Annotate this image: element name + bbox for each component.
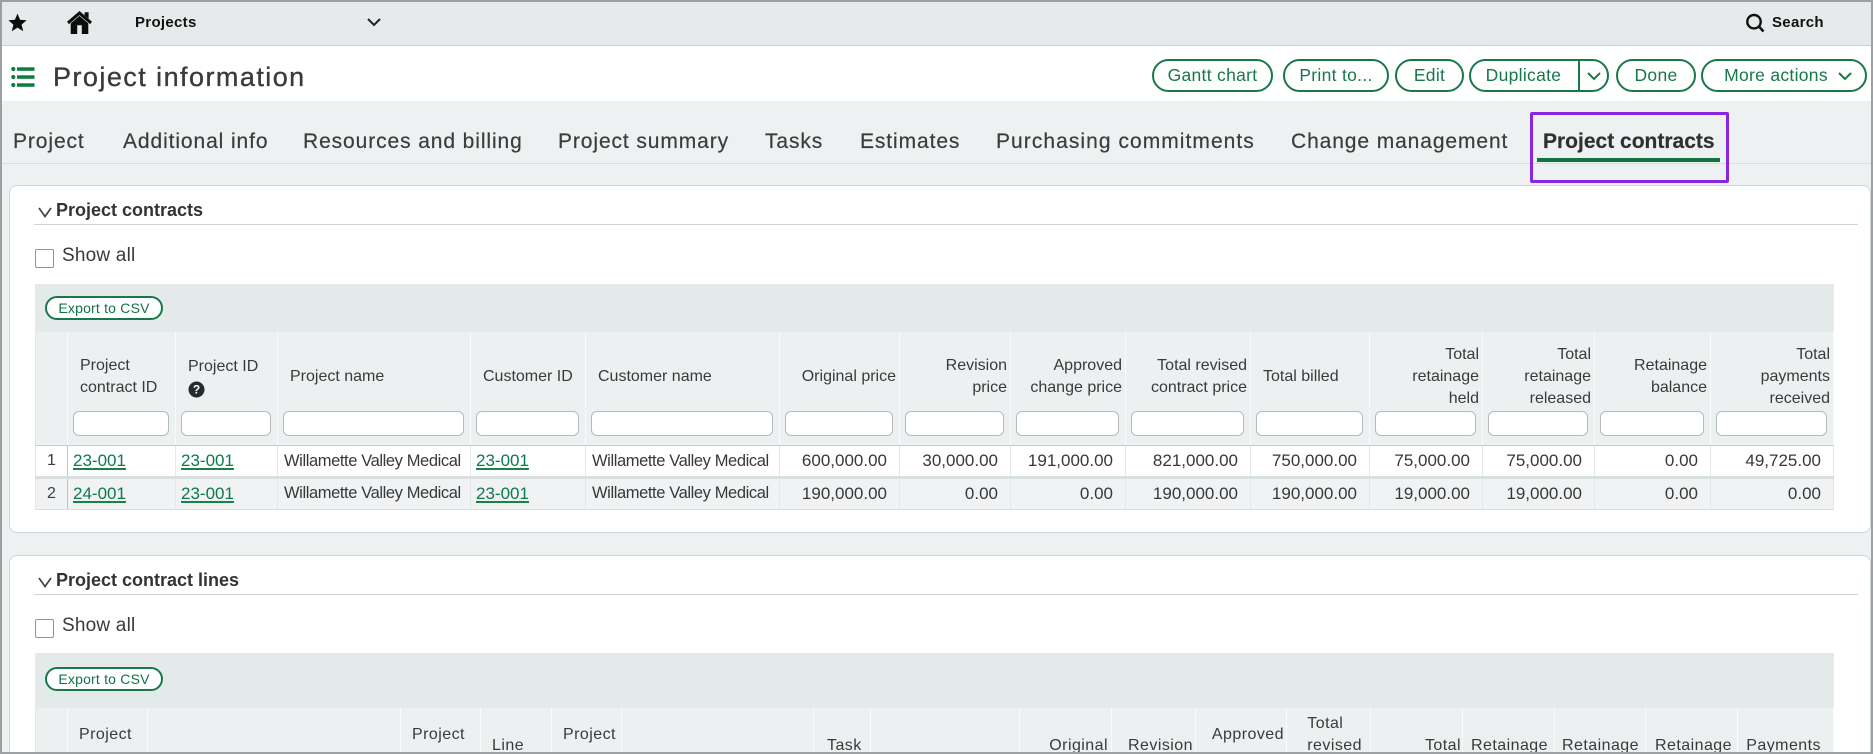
svg-text:?: ? — [193, 382, 200, 396]
